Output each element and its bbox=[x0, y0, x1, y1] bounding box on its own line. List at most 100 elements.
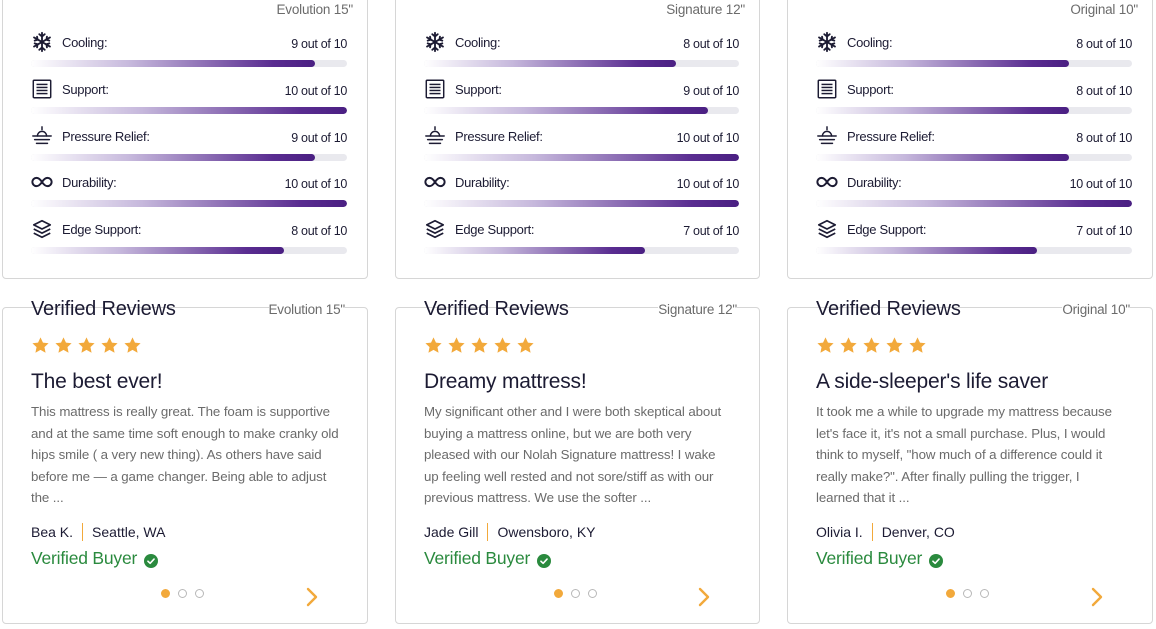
rating-bar-fill bbox=[424, 247, 645, 254]
check-circle-icon bbox=[929, 554, 944, 568]
chevron-right-icon[interactable] bbox=[305, 587, 319, 607]
rating-row-cooling: Cooling: 9 out of 10 bbox=[31, 29, 347, 69]
model-tag: Original 10" bbox=[1060, 2, 1142, 17]
rating-score: 9 out of 10 bbox=[291, 131, 347, 145]
rating-bar-track bbox=[31, 200, 347, 207]
rating-score: 8 out of 10 bbox=[1076, 84, 1132, 98]
star-icon bbox=[908, 336, 927, 355]
star-icon bbox=[839, 336, 858, 355]
chevron-right-icon[interactable] bbox=[697, 587, 711, 607]
rating-label: Durability: bbox=[62, 175, 117, 190]
infinity-icon bbox=[816, 171, 838, 193]
carousel-dot[interactable] bbox=[195, 589, 204, 598]
star-icon bbox=[54, 336, 73, 355]
pressure-relief-icon bbox=[816, 125, 838, 147]
check-circle-icon bbox=[537, 554, 552, 568]
rating-row-pressure-relief: Pressure Relief: 9 out of 10 bbox=[31, 123, 347, 163]
rating-score: 10 out of 10 bbox=[1069, 177, 1133, 191]
snowflake-icon bbox=[31, 31, 53, 53]
rating-row-support: Support: 10 out of 10 bbox=[31, 76, 347, 116]
rating-bar-track bbox=[816, 200, 1132, 207]
reviewer-info: Bea K. Seattle, WA bbox=[31, 523, 165, 541]
rating-bar-fill bbox=[31, 247, 284, 254]
carousel-dot[interactable] bbox=[588, 589, 597, 598]
divider bbox=[487, 523, 489, 541]
rating-bar-fill bbox=[424, 107, 708, 114]
carousel-dot[interactable] bbox=[554, 589, 563, 598]
support-layers-icon bbox=[816, 78, 838, 100]
rating-bar-track bbox=[424, 154, 739, 161]
star-icon bbox=[816, 336, 835, 355]
snowflake-icon bbox=[424, 31, 446, 53]
star-icon bbox=[862, 336, 881, 355]
rating-bar-fill bbox=[816, 107, 1069, 114]
rating-bar-fill bbox=[816, 200, 1132, 207]
carousel-dot[interactable] bbox=[178, 589, 187, 598]
rating-score: 10 out of 10 bbox=[676, 131, 740, 145]
rating-bar-track bbox=[816, 60, 1132, 67]
edge-stack-icon bbox=[816, 218, 838, 240]
rating-row-support: Support: 8 out of 10 bbox=[816, 76, 1132, 116]
star-icon bbox=[31, 336, 50, 355]
reviewer-info: Jade Gill Owensboro, KY bbox=[424, 523, 596, 541]
snowflake-icon bbox=[816, 31, 838, 53]
star-icon bbox=[470, 336, 489, 355]
model-tag: Evolution 15" bbox=[268, 302, 345, 317]
rating-bar-track bbox=[816, 107, 1132, 114]
star-rating bbox=[31, 336, 142, 355]
reviewer-info: Olivia I. Denver, CO bbox=[816, 523, 955, 541]
infinity-icon bbox=[424, 171, 446, 193]
rating-bar-fill bbox=[816, 154, 1069, 161]
rating-row-edge-support: Edge Support: 8 out of 10 bbox=[31, 216, 347, 256]
carousel-dot[interactable] bbox=[963, 589, 972, 598]
rating-label: Durability: bbox=[847, 175, 902, 190]
review-card-signature: Verified Reviews Signature 12" Dreamy matt… bbox=[395, 298, 760, 624]
rating-label: Durability: bbox=[455, 175, 510, 190]
reviews-heading: Verified Reviews bbox=[816, 298, 961, 320]
rating-label: Pressure Relief: bbox=[455, 129, 543, 144]
rating-bar-fill bbox=[31, 200, 347, 207]
star-icon bbox=[424, 336, 443, 355]
rating-bar-track bbox=[31, 154, 347, 161]
chevron-right-icon[interactable] bbox=[1090, 587, 1104, 607]
carousel-dot[interactable] bbox=[161, 589, 170, 598]
rating-bar-track bbox=[31, 107, 347, 114]
rating-row-durability: Durability: 10 out of 10 bbox=[31, 169, 347, 209]
rating-bar-track bbox=[31, 247, 347, 254]
rating-bar-track bbox=[816, 247, 1132, 254]
rating-label: Support: bbox=[455, 82, 502, 97]
rating-bar-track bbox=[424, 247, 739, 254]
rating-score: 8 out of 10 bbox=[683, 37, 739, 51]
carousel-dot[interactable] bbox=[980, 589, 989, 598]
carousel-dots bbox=[946, 589, 989, 598]
model-tag: Evolution 15" bbox=[266, 2, 357, 17]
star-icon bbox=[123, 336, 142, 355]
reviewer-location: Denver, CO bbox=[881, 524, 955, 540]
star-rating bbox=[424, 336, 535, 355]
carousel-dot[interactable] bbox=[571, 589, 580, 598]
star-icon bbox=[493, 336, 512, 355]
verified-label: Verified Buyer bbox=[816, 548, 923, 568]
rating-label: Cooling: bbox=[455, 35, 501, 50]
rating-label: Edge Support: bbox=[455, 222, 535, 237]
reviews-heading-bar: Verified Reviews Signature 12" bbox=[396, 298, 759, 322]
rating-bar-track bbox=[816, 154, 1132, 161]
rating-bar-fill bbox=[31, 107, 347, 114]
star-rating bbox=[816, 336, 927, 355]
rating-label: Support: bbox=[62, 82, 109, 97]
star-icon bbox=[77, 336, 96, 355]
edge-stack-icon bbox=[424, 218, 446, 240]
carousel-dot[interactable] bbox=[946, 589, 955, 598]
review-body: This mattress is really great. The foam … bbox=[31, 404, 339, 505]
rating-label: Pressure Relief: bbox=[847, 129, 935, 144]
reviews-heading-bar: Verified Reviews Original 10" bbox=[788, 298, 1152, 322]
model-tag: Signature 12" bbox=[656, 2, 749, 17]
check-circle-icon bbox=[144, 554, 159, 568]
rating-score: 7 out of 10 bbox=[683, 224, 739, 238]
rating-row-pressure-relief: Pressure Relief: 8 out of 10 bbox=[816, 123, 1132, 163]
reviews-heading-bar: Verified Reviews Evolution 15" bbox=[3, 298, 367, 322]
model-tag: Original 10" bbox=[1062, 302, 1130, 317]
support-layers-icon bbox=[424, 78, 446, 100]
reviews-heading: Verified Reviews bbox=[31, 298, 176, 320]
rating-label: Edge Support: bbox=[62, 222, 142, 237]
